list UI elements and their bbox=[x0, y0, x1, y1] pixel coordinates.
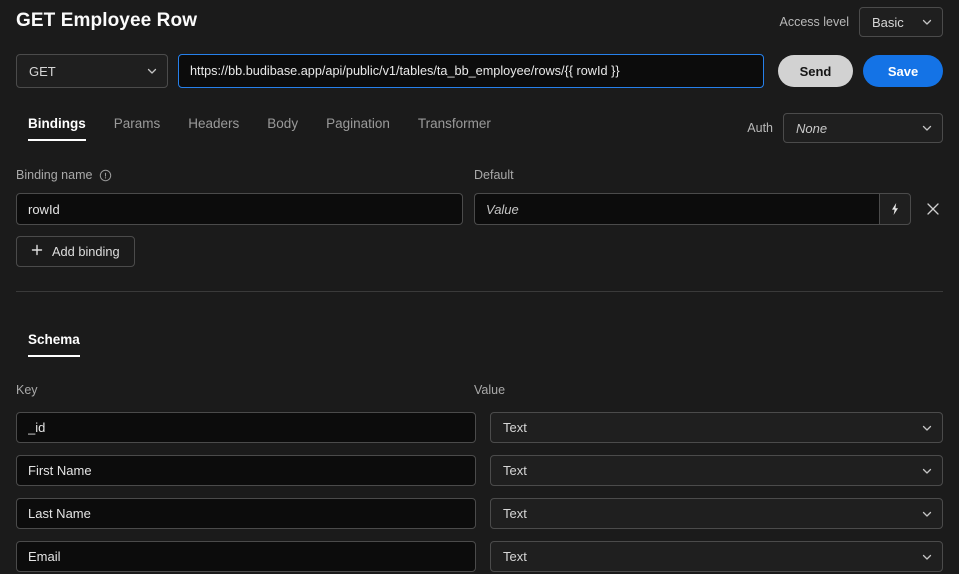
access-level-value: Basic bbox=[872, 14, 904, 30]
schema-column-header-value: Value bbox=[474, 383, 506, 397]
schema-value-text: Text bbox=[503, 420, 527, 435]
tab-params[interactable]: Params bbox=[100, 116, 175, 141]
table-row: Text bbox=[0, 535, 959, 574]
binding-default-group bbox=[474, 193, 943, 225]
send-button[interactable]: Send bbox=[778, 55, 853, 87]
chevron-down-icon bbox=[921, 551, 933, 563]
auth-select[interactable]: None bbox=[783, 113, 943, 143]
tab-bindings[interactable]: Bindings bbox=[14, 116, 100, 141]
access-level-select[interactable]: Basic bbox=[859, 7, 943, 37]
table-row: Text bbox=[0, 406, 959, 449]
schema-value-select[interactable]: Text bbox=[490, 541, 943, 572]
binding-name-label: Binding name bbox=[16, 168, 93, 182]
plus-icon bbox=[31, 244, 43, 259]
binding-name-label-group: Binding name bbox=[16, 168, 112, 182]
access-level-group: Access level Basic bbox=[780, 7, 943, 37]
schema-key-input[interactable] bbox=[16, 455, 476, 486]
binding-default-label: Default bbox=[474, 168, 514, 182]
request-tabs: Bindings Params Headers Body Pagination … bbox=[14, 116, 505, 141]
chevron-down-icon bbox=[146, 65, 158, 77]
api-request-editor: GET Employee Row Access level Basic GET … bbox=[0, 0, 959, 574]
section-divider bbox=[16, 291, 943, 292]
table-row: Text bbox=[0, 449, 959, 492]
auth-label: Auth bbox=[747, 121, 773, 135]
tab-transformer[interactable]: Transformer bbox=[404, 116, 505, 141]
save-button[interactable]: Save bbox=[863, 55, 943, 87]
schema-section-tab[interactable]: Schema bbox=[14, 332, 94, 357]
chevron-down-icon bbox=[921, 508, 933, 520]
schema-key-input[interactable] bbox=[16, 541, 476, 572]
add-binding-label: Add binding bbox=[52, 244, 120, 259]
close-x-icon[interactable] bbox=[923, 193, 943, 225]
binding-default-input[interactable] bbox=[474, 193, 880, 225]
schema-key-input[interactable] bbox=[16, 412, 476, 443]
tab-headers[interactable]: Headers bbox=[174, 116, 253, 141]
url-input[interactable] bbox=[178, 54, 764, 88]
request-bar: GET Send Save bbox=[16, 54, 943, 88]
lightning-bolt-icon[interactable] bbox=[879, 193, 911, 225]
add-binding-button[interactable]: Add binding bbox=[16, 236, 135, 267]
access-level-label: Access level bbox=[779, 15, 849, 29]
schema-column-header-key: Key bbox=[16, 383, 38, 397]
http-method-select[interactable]: GET bbox=[16, 54, 168, 88]
tab-pagination[interactable]: Pagination bbox=[312, 116, 404, 141]
page-title: GET Employee Row bbox=[16, 10, 198, 31]
http-method-value: GET bbox=[29, 63, 56, 79]
schema-value-select[interactable]: Text bbox=[490, 455, 943, 486]
binding-name-input[interactable] bbox=[16, 193, 463, 225]
schema-value-text: Text bbox=[503, 549, 527, 564]
chevron-down-icon bbox=[921, 122, 933, 134]
schema-value-text: Text bbox=[503, 506, 527, 521]
table-row: Text bbox=[0, 492, 959, 535]
auth-value: None bbox=[796, 120, 828, 136]
schema-value-text: Text bbox=[503, 463, 527, 478]
schema-rows: Text Text Text bbox=[0, 406, 959, 574]
schema-value-select[interactable]: Text bbox=[490, 498, 943, 529]
chevron-down-icon bbox=[921, 422, 933, 434]
chevron-down-icon bbox=[921, 465, 933, 477]
auth-group: Auth None bbox=[747, 113, 943, 143]
chevron-down-icon bbox=[921, 16, 933, 28]
tab-body[interactable]: Body bbox=[253, 116, 312, 141]
info-circle-icon[interactable] bbox=[99, 169, 112, 182]
schema-key-input[interactable] bbox=[16, 498, 476, 529]
schema-value-select[interactable]: Text bbox=[490, 412, 943, 443]
